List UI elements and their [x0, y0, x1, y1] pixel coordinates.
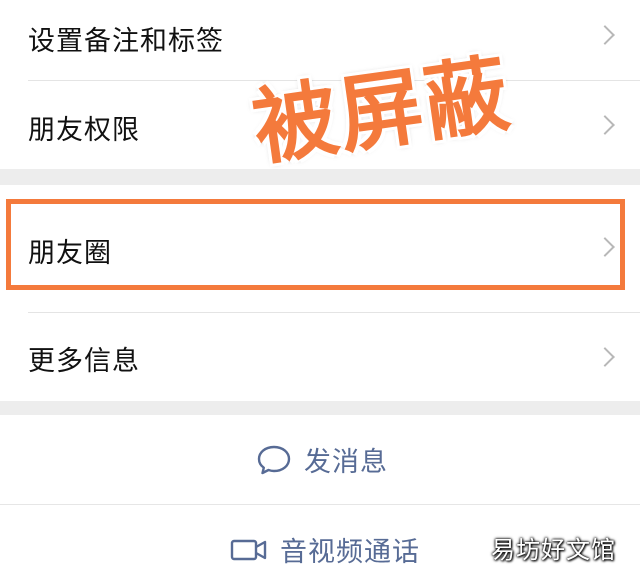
divider — [28, 312, 640, 313]
send-message-button[interactable]: 发消息 — [256, 440, 388, 479]
video-camera-icon — [230, 539, 267, 560]
chevron-right-icon — [595, 25, 615, 45]
row-more-info[interactable]: 更多信息 — [0, 312, 640, 401]
video-call-label: 音视频通话 — [280, 537, 420, 568]
row-label: 设置备注和标签 — [28, 26, 224, 57]
chevron-right-icon — [595, 115, 615, 135]
chat-bubble-icon — [257, 445, 291, 474]
divider — [0, 504, 640, 505]
highlight-box — [6, 199, 625, 290]
chevron-right-icon — [595, 347, 615, 367]
row-label: 朋友权限 — [28, 115, 140, 146]
video-call-button[interactable]: 音视频通话 — [230, 530, 420, 569]
send-message-label: 发消息 — [304, 447, 388, 478]
row-label: 更多信息 — [28, 346, 140, 377]
watermark: 易坊好文馆 — [491, 536, 616, 564]
